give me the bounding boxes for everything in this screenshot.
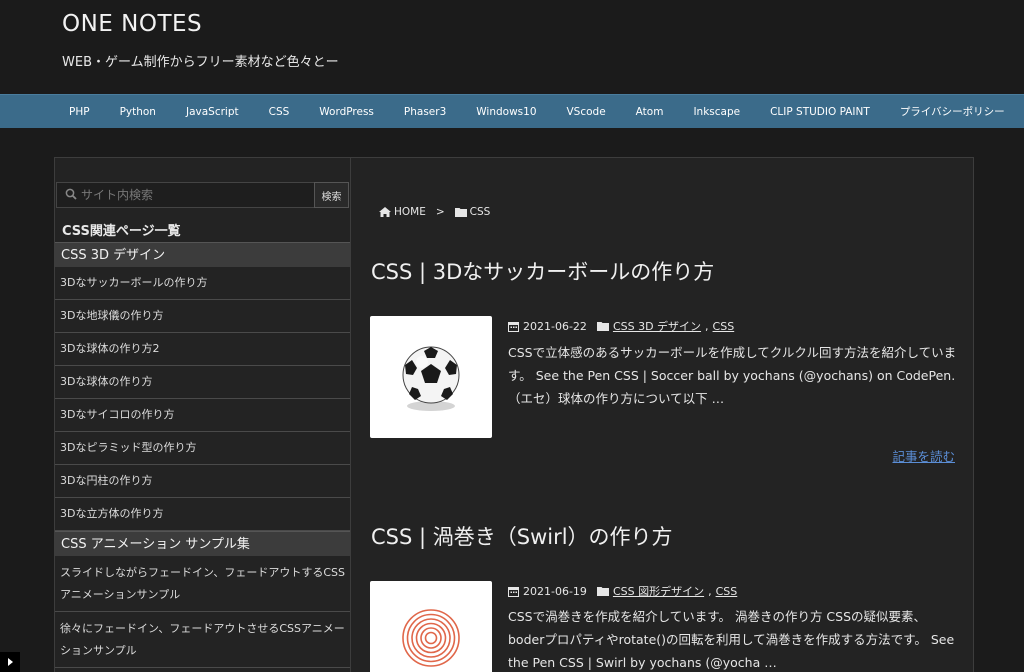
post-title[interactable]: CSS | 3Dなサッカーボールの作り方 [371, 256, 714, 286]
folder-icon [596, 322, 609, 331]
post-thumbnail-swirl[interactable] [370, 581, 492, 672]
breadcrumb-separator: > [435, 206, 445, 218]
nav-item-inkscape[interactable]: Inkscape [678, 106, 755, 118]
sidebar-link[interactable]: 3Dなサッカーボールの作り方 [55, 267, 350, 300]
sidebar: 検索 CSS関連ページ一覧 CSS 3D デザイン 3Dなサッカーボールの作り方… [55, 158, 351, 672]
search-box: 検索 [56, 182, 349, 208]
site-description: WEB・ゲーム制作からフリー素材など色々とー [62, 55, 339, 70]
site-title[interactable]: ONE NOTES [62, 11, 202, 37]
category-separator: , [705, 319, 709, 333]
sidebar-link[interactable]: 3Dな地球儀の作り方 [55, 300, 350, 333]
post-date: 2021-06-19 [523, 584, 587, 598]
main-wrapper: 検索 CSS関連ページ一覧 CSS 3D デザイン 3Dなサッカーボールの作り方… [54, 157, 974, 672]
home-icon [379, 207, 391, 217]
sidebar-link[interactable]: 徐々にフェードイン、フェードアウトさせるCSSアニメーションサンプル [55, 612, 350, 668]
post-category-link[interactable]: CSS [713, 320, 735, 333]
site-header: ONE NOTES WEB・ゲーム制作からフリー素材など色々とー [0, 0, 1024, 94]
content-area: HOME > CSS CSS | 3Dなサッカーボールの作り方 2021-06-… [352, 158, 974, 672]
breadcrumb-current[interactable]: CSS [454, 206, 491, 218]
sidebar-link[interactable]: 3Dな球体の作り方2 [55, 333, 350, 366]
post-meta: 2021-06-22 CSS 3D デザイン , CSS [508, 318, 734, 334]
folder-icon [596, 587, 609, 596]
sidebar-category-animation[interactable]: CSS アニメーション サンプル集 [55, 531, 350, 556]
search-button[interactable]: 検索 [314, 182, 349, 208]
nav-item-css[interactable]: CSS [254, 106, 305, 118]
nav-item-phaser3[interactable]: Phaser3 [389, 106, 461, 118]
read-more-link[interactable]: 記事を読む [892, 446, 955, 465]
nav-item-clip-studio-paint[interactable]: CLIP STUDIO PAINT [755, 106, 885, 118]
nav-item-php[interactable]: PHP [54, 106, 105, 118]
category-separator: , [708, 584, 712, 598]
nav-item-windows10[interactable]: Windows10 [461, 106, 551, 118]
breadcrumb-home[interactable]: HOME [379, 206, 426, 218]
sidebar-link[interactable]: 3Dなピラミッド型の作り方 [55, 432, 350, 465]
sidebar-link[interactable]: スライドしながらフェードイン、フェードアウトするCSSアニメーションサンプル [55, 556, 350, 612]
calendar-icon [508, 321, 519, 332]
nav-item-wordpress[interactable]: WordPress [304, 106, 389, 118]
swirl-image [402, 609, 460, 667]
breadcrumb-home-label: HOME [394, 206, 426, 218]
calendar-icon [508, 586, 519, 597]
sidebar-link[interactable]: 3Dな円柱の作り方 [55, 465, 350, 498]
post-date: 2021-06-22 [523, 319, 587, 333]
search-icon [65, 188, 77, 200]
sidebar-link[interactable]: 3Dな球体の作り方 [55, 366, 350, 399]
post-category-link[interactable]: CSS 3D デザイン [613, 318, 701, 334]
nav-item-privacy-policy[interactable]: プライバシーポリシー [885, 104, 1020, 119]
sidebar-link[interactable]: 3Dなサイコロの作り方 [55, 399, 350, 432]
post-thumbnail-soccer-ball[interactable] [370, 316, 492, 438]
post-excerpt: CSSで渦巻きを作成を紹介しています。 渦巻きの作り方 CSSの疑似要素、bod… [508, 609, 955, 670]
soccer-ball-image [402, 346, 460, 411]
nav-item-vscode[interactable]: VScode [552, 106, 621, 118]
sidebar-list: CSS 3D デザイン 3Dなサッカーボールの作り方 3Dな地球儀の作り方 3D… [55, 242, 350, 668]
search-input[interactable] [81, 184, 311, 206]
nav-item-atom[interactable]: Atom [621, 106, 679, 118]
post-category-link[interactable]: CSS [716, 585, 738, 598]
post-category-link[interactable]: CSS 図形デザイン [613, 583, 704, 599]
chevron-right-icon [8, 658, 13, 666]
breadcrumb: HOME > CSS [379, 206, 490, 218]
post-meta: 2021-06-19 CSS 図形デザイン , CSS [508, 583, 737, 599]
global-nav: PHP Python JavaScript CSS WordPress Phas… [0, 94, 1024, 128]
scroll-tab[interactable] [0, 652, 20, 672]
nav-item-javascript[interactable]: JavaScript [171, 106, 254, 118]
post-title[interactable]: CSS | 渦巻き（Swirl）の作り方 [371, 521, 673, 551]
sidebar-heading: CSS関連ページ一覧 [62, 224, 181, 239]
breadcrumb-current-label: CSS [469, 206, 491, 218]
post-excerpt: CSSで立体感のあるサッカーボールを作成してクルクル回す方法を紹介しています。 … [508, 345, 957, 406]
nav-item-python[interactable]: Python [105, 106, 171, 118]
sidebar-link[interactable]: 3Dな立方体の作り方 [55, 498, 350, 531]
folder-icon [454, 208, 467, 217]
sidebar-category-3d[interactable]: CSS 3D デザイン [55, 242, 350, 267]
